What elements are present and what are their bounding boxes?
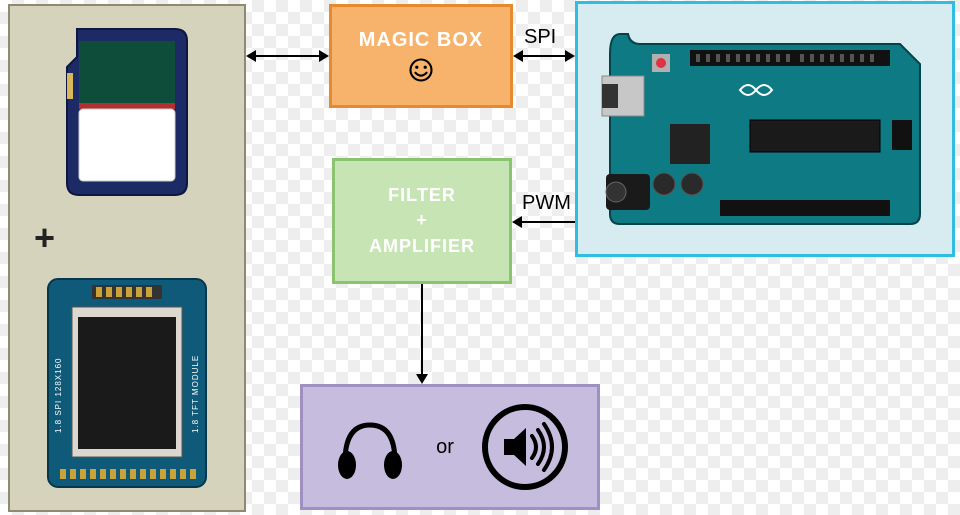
spi-label: SPI [524, 26, 556, 49]
tft-module-icon: 1.8 SPI 128X160 1.8 TFT MODULE [42, 273, 212, 493]
arrow-panel-magicbox [256, 55, 319, 57]
filter-plus: + [416, 208, 428, 233]
filter-label: FILTER [388, 183, 456, 208]
pwm-label: PWM [522, 192, 571, 215]
amplifier-label: AMPLIFIER [369, 234, 475, 259]
arrowhead-left-2 [513, 50, 523, 62]
tft-label-right: 1.8 TFT MODULE [191, 343, 200, 433]
speaker-icon [480, 402, 570, 492]
storage-display-panel: + 1.8 SPI 128X160 1.8 TFT MO [8, 4, 246, 512]
arduino-board-icon [600, 24, 930, 234]
filter-amplifier-box: FILTER + AMPLIFIER [332, 158, 512, 284]
smiley-icon [407, 56, 435, 84]
magic-box-label: MAGIC BOX [359, 29, 484, 52]
or-label: or [436, 436, 454, 459]
arrowhead-right-2 [565, 50, 575, 62]
tft-label-left: 1.8 SPI 128X160 [54, 343, 63, 433]
arrow-arduino-filter [522, 221, 575, 223]
arrowhead-left-3 [512, 216, 522, 228]
plus-symbol: + [34, 217, 55, 259]
audio-output-box: or [300, 384, 600, 510]
arrowhead-right-1 [319, 50, 329, 62]
arrow-filter-output [421, 284, 423, 374]
arrow-magicbox-arduino [523, 55, 565, 57]
arduino-box [575, 1, 955, 257]
headphones-icon [330, 407, 410, 487]
magic-box: MAGIC BOX [329, 4, 513, 108]
arrowhead-left-1 [246, 50, 256, 62]
arrowhead-down-1 [416, 374, 428, 384]
sd-card-icon [57, 23, 197, 203]
